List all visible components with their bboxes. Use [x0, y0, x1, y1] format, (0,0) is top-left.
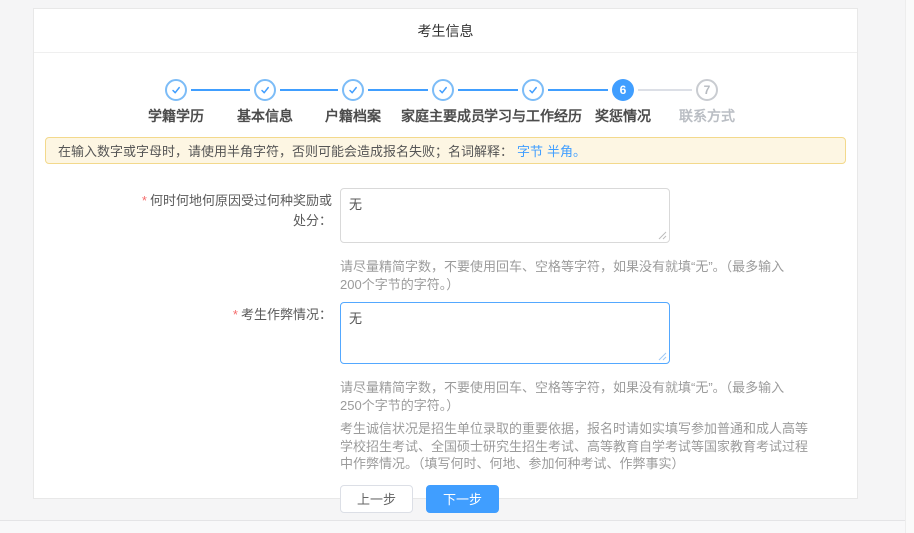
step-household-file[interactable]: 户籍档案: [325, 79, 381, 126]
step-label: 学习与工作经历: [484, 106, 582, 126]
step-done-check-icon: [254, 79, 276, 101]
field-control: 无 请尽量精简字数，不要使用回车、空格等字符，如果没有就填“无”。（最多输入 2…: [340, 188, 900, 293]
field-help-text: 请尽量精简字数，不要使用回车、空格等字符，如果没有就填“无”。（最多输入 200…: [340, 258, 900, 293]
required-marker: *: [233, 307, 238, 322]
step-label: 基本信息: [237, 106, 293, 126]
step-label: 奖惩情况: [595, 106, 651, 126]
step-done-check-icon: [165, 79, 187, 101]
form-actions: 上一步 下一步: [34, 485, 857, 513]
footer-divider: [0, 520, 914, 533]
rewards-punishments-textarea[interactable]: 无: [340, 188, 670, 243]
page-title: 考生信息: [34, 9, 857, 53]
step-rewards-punishments-current[interactable]: 6 奖惩情况: [595, 79, 651, 126]
step-done-check-icon: [432, 79, 454, 101]
notice-suffix: 。: [573, 141, 586, 160]
step-label: 户籍档案: [325, 106, 381, 126]
form-row-rewards-punishments: *何时何地何原因受过何种奖励或处分： 无 请尽量精简字数，不要使用回车、空格等字…: [34, 188, 857, 293]
step-contact-info[interactable]: 7 联系方式: [679, 79, 735, 126]
notice-text: 在输入数字或字母时，请使用半角字符，否则可能会造成报名失败；名词解释：: [58, 141, 513, 160]
step-label: 学籍学历: [148, 106, 204, 126]
step-done-check-icon: [522, 79, 544, 101]
glossary-link-halfwidth[interactable]: 半角: [547, 141, 573, 160]
candidate-info-panel: 考生信息 学籍学历 基本信息 户籍档案: [33, 8, 858, 499]
step-label: 家庭主要成员: [401, 106, 485, 126]
rewards-punishments-form: *何时何地何原因受过何种奖励或处分： 无 请尽量精简字数，不要使用回车、空格等字…: [34, 188, 857, 513]
field-label-text: 何时何地何原因受过何种奖励或处分：: [150, 193, 332, 228]
step-basic-info[interactable]: 基本信息: [237, 79, 293, 126]
previous-step-button[interactable]: 上一步: [340, 485, 413, 513]
field-extra-help-text: 考生诚信状况是招生单位录取的重要依据，报名时请如实填写参加普通和成人高等 学校招…: [340, 420, 900, 473]
wizard-stepper: 学籍学历 基本信息 户籍档案 家庭主要成员 学习与工作经历: [34, 53, 857, 126]
step-study-work-experience[interactable]: 学习与工作经历: [484, 79, 582, 126]
step-number-badge: 6: [612, 79, 634, 101]
required-marker: *: [142, 193, 147, 208]
field-label: *何时何地何原因受过何种奖励或处分：: [130, 188, 332, 293]
field-label: *考生作弊情况：: [130, 302, 332, 473]
next-step-button[interactable]: 下一步: [426, 485, 499, 513]
form-row-cheating-record: *考生作弊情况： 无 请尽量精简字数，不要使用回车、空格等字符，如果没有就填“无…: [34, 302, 857, 473]
halfwidth-character-notice: 在输入数字或字母时，请使用半角字符，否则可能会造成报名失败；名词解释：字节半角。: [45, 137, 846, 164]
field-control: 无 请尽量精简字数，不要使用回车、空格等字符，如果没有就填“无”。（最多输入 2…: [340, 302, 900, 473]
cheating-record-textarea[interactable]: 无: [340, 302, 670, 364]
step-done-check-icon: [342, 79, 364, 101]
glossary-link-byte[interactable]: 字节: [517, 141, 543, 160]
vertical-scrollbar[interactable]: [905, 0, 914, 533]
step-family-members[interactable]: 家庭主要成员: [401, 79, 485, 126]
step-label: 联系方式: [679, 106, 735, 126]
step-number-badge: 7: [696, 79, 718, 101]
field-label-text: 考生作弊情况：: [241, 307, 332, 322]
field-help-text: 请尽量精简字数，不要使用回车、空格等字符，如果没有就填“无”。（最多输入 250…: [340, 379, 900, 414]
step-student-status[interactable]: 学籍学历: [148, 79, 204, 126]
